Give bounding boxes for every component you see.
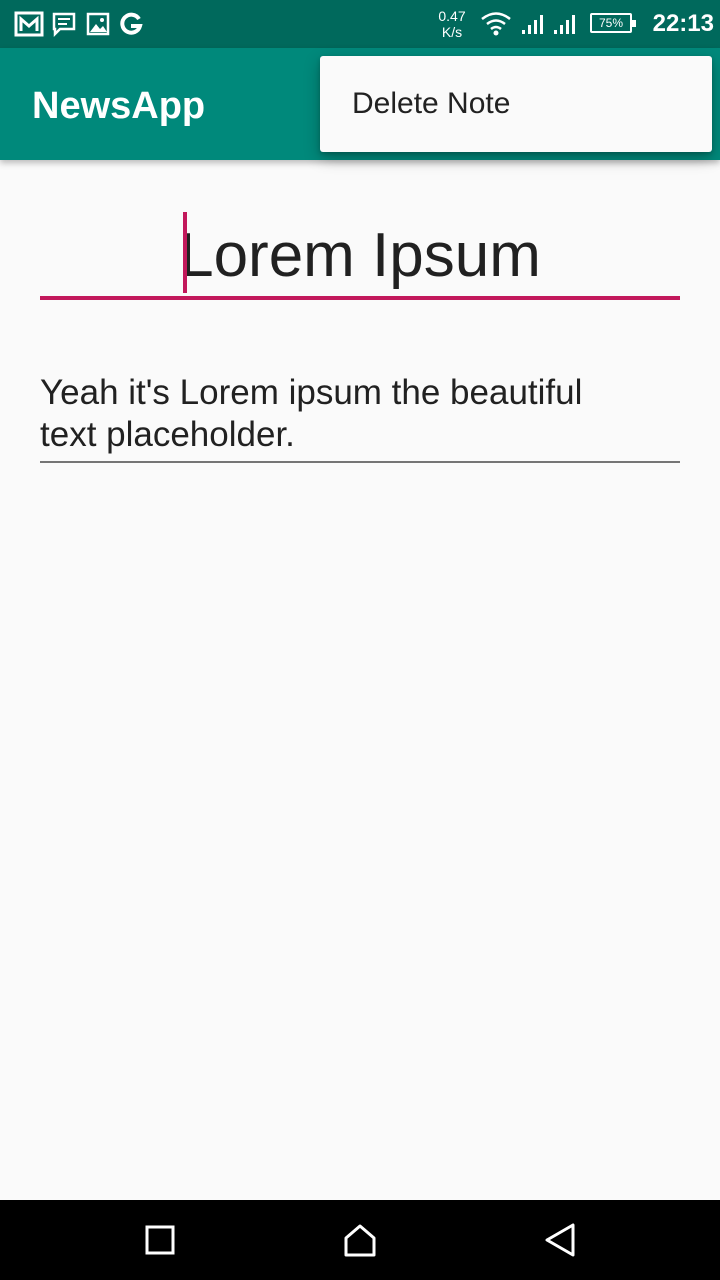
overflow-menu: Delete Note [320,56,712,152]
network-speed-value: 0.47 [438,8,466,24]
navigation-bar [0,1200,720,1280]
note-body-field[interactable]: Yeah it's Lorem ipsum the beautiful text… [40,370,680,466]
delete-note-menu-item[interactable]: Delete Note [320,56,712,152]
status-bar: 0.47 K/s 75% 22:13 [0,0,720,48]
message-icon [52,10,76,38]
screen: 0.47 K/s 75% 22:13 NewsApp Delete Note L… [0,0,720,1280]
note-title-underline [40,296,680,300]
battery-percent: 75% [598,16,624,30]
network-speed: 0.47 K/s [430,8,474,40]
recents-icon[interactable] [140,1220,180,1260]
note-title-text: Lorem Ipsum [179,221,541,290]
clock: 22:13 [652,10,714,37]
battery-icon: 75% [590,13,636,33]
app-title: NewsApp [32,85,206,127]
gmail-icon [14,10,44,38]
wifi-icon [480,10,512,38]
signal-icon [552,10,580,38]
text-cursor [183,212,187,293]
network-speed-unit: K/s [441,24,463,40]
image-icon [86,10,110,38]
signal-icon [520,10,548,38]
back-icon[interactable] [540,1220,580,1260]
note-body-underline [40,461,680,463]
note-body-text: Yeah it's Lorem ipsum the beautiful text… [40,373,583,454]
google-icon [118,10,144,38]
note-title-field[interactable]: Lorem Ipsum [40,206,680,302]
home-icon[interactable] [340,1220,380,1260]
